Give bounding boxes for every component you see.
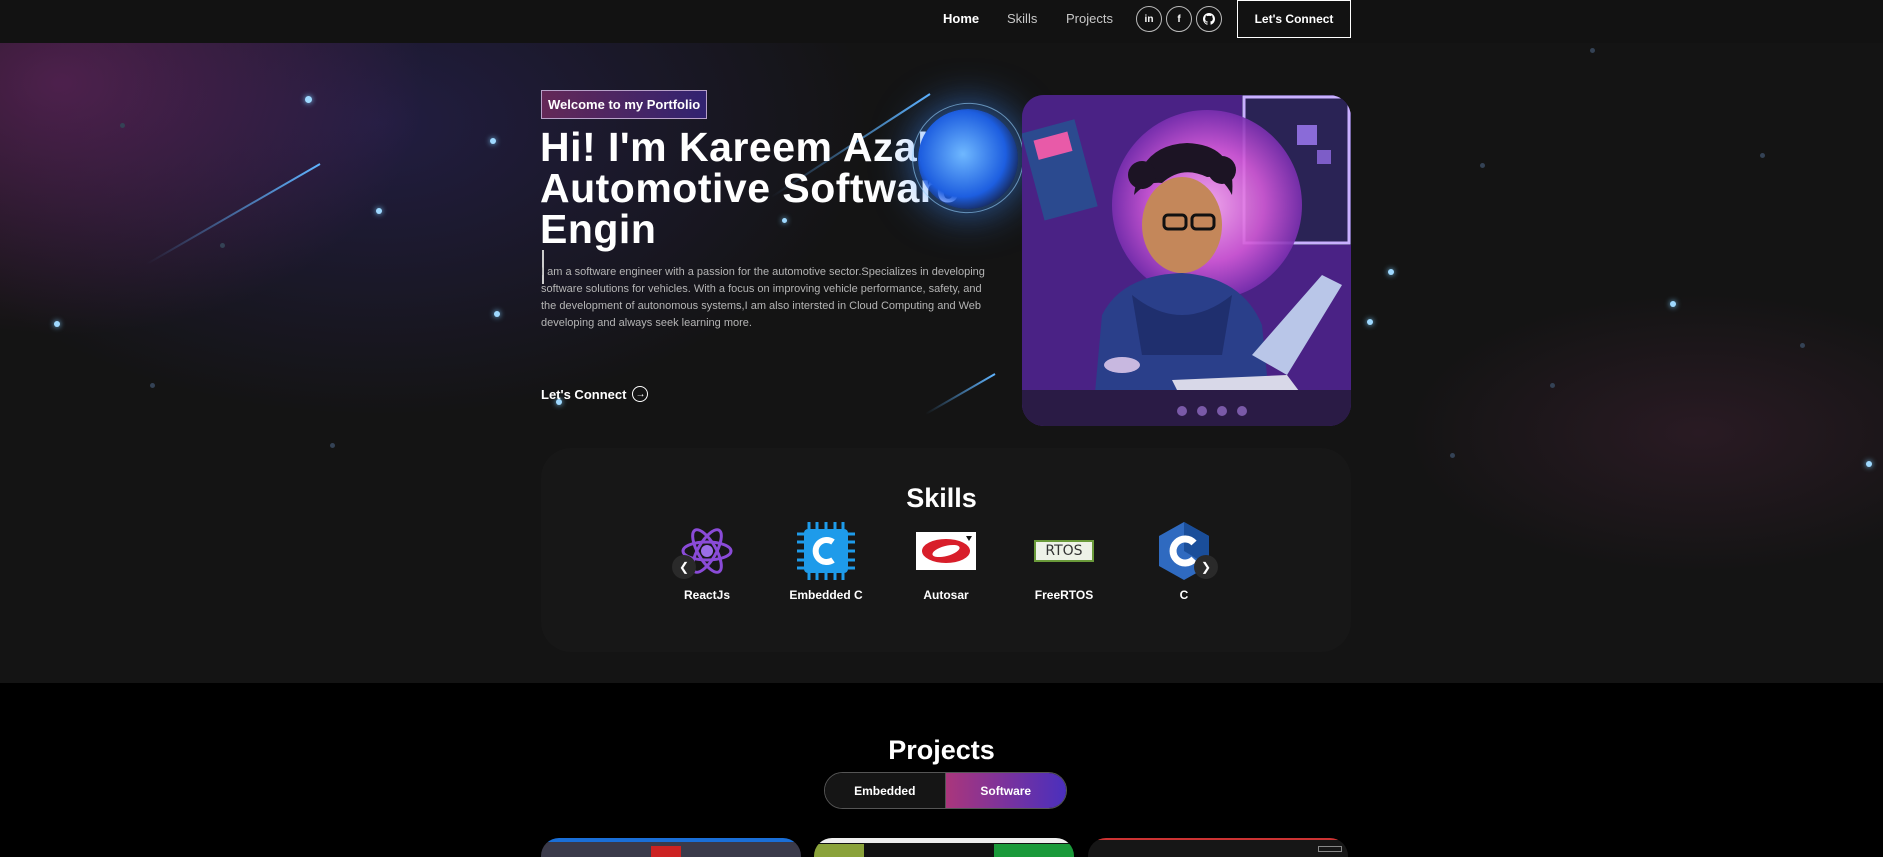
nav-link-projects[interactable]: Projects <box>1066 11 1113 26</box>
projects-section <box>0 683 1883 857</box>
star-dot <box>1367 319 1373 325</box>
facebook-icon[interactable]: f <box>1166 6 1192 32</box>
skill-label: ReactJs <box>683 588 731 602</box>
hero-bio: I am a software engineer with a passion … <box>541 266 985 329</box>
star-dot <box>1550 383 1555 388</box>
headline-typed-text: Engin <box>540 206 657 252</box>
star-dot <box>1800 343 1805 348</box>
hero-connect-button[interactable]: Let's Connect → <box>541 386 649 402</box>
skill-label: Autosar <box>923 588 969 602</box>
carousel-prev-button[interactable]: ❮ <box>672 555 696 579</box>
star-dot <box>1590 48 1595 53</box>
skill-item-c: C <box>1134 519 1234 602</box>
skills-title: Skills <box>906 483 977 513</box>
star-dot <box>1670 301 1676 307</box>
star-dot <box>120 123 125 128</box>
project-thumbnail-detail <box>994 844 1074 857</box>
arrow-right-circle-icon: → <box>632 386 649 402</box>
skill-item-reactjs: ReactJs <box>657 519 757 602</box>
react-icon <box>657 519 757 583</box>
freertos-icon: RTOS <box>1014 519 1114 583</box>
skill-item-autosar: Autosar <box>896 519 996 602</box>
star-dot <box>330 443 335 448</box>
linkedin-icon[interactable]: in <box>1136 6 1162 32</box>
tab-embedded[interactable]: Embedded <box>825 773 946 808</box>
project-card[interactable] <box>1088 838 1348 857</box>
tab-software[interactable]: Software <box>945 773 1066 808</box>
project-card[interactable] <box>814 838 1074 857</box>
star-dot <box>1450 453 1455 458</box>
nav-connect-button[interactable]: Let's Connect <box>1237 0 1351 38</box>
navbar: Home Skills Projects in f Let's Connect <box>0 0 1883 43</box>
c-language-icon <box>1134 519 1234 583</box>
star-dot <box>494 311 500 317</box>
hero-connect-label: Let's Connect <box>541 386 627 402</box>
skill-item-freertos: RTOS FreeRTOS <box>1014 519 1114 602</box>
projects-tab-bar: Embedded Software <box>824 772 1067 809</box>
star-dot <box>1866 461 1872 467</box>
star-dot <box>490 138 496 144</box>
star-dot <box>220 243 225 248</box>
nav-link-home[interactable]: Home <box>943 11 979 26</box>
project-thumbnail-detail <box>1318 846 1342 852</box>
project-thumbnail-detail <box>814 844 864 857</box>
project-thumbnail-detail <box>651 846 681 857</box>
welcome-badge: Welcome to my Portfolio <box>541 90 708 119</box>
project-card[interactable] <box>541 838 801 857</box>
star-dot <box>54 321 60 327</box>
star-dot <box>1388 269 1394 275</box>
autosar-icon <box>896 519 996 583</box>
shooting-star <box>925 373 996 415</box>
carousel-next-button[interactable]: ❯ <box>1194 555 1218 579</box>
star-dot <box>376 208 382 214</box>
freertos-logo: RTOS <box>1034 540 1094 562</box>
shooting-star <box>146 163 321 265</box>
skill-label: C <box>1179 588 1189 602</box>
star-dot <box>1760 153 1765 158</box>
star-dot <box>150 383 155 388</box>
github-icon[interactable] <box>1196 6 1222 32</box>
embedded-c-icon <box>776 519 876 583</box>
star-dot <box>1480 163 1485 168</box>
skill-label: FreeRTOS <box>1034 588 1094 602</box>
skill-item-embedded-c: Embedded C <box>776 519 876 602</box>
projects-title: Projects <box>888 735 995 765</box>
nav-link-skills[interactable]: Skills <box>1007 11 1037 26</box>
skill-label: Embedded C <box>789 588 863 602</box>
avatar-illustration <box>1022 95 1351 426</box>
star-dot <box>305 96 312 103</box>
